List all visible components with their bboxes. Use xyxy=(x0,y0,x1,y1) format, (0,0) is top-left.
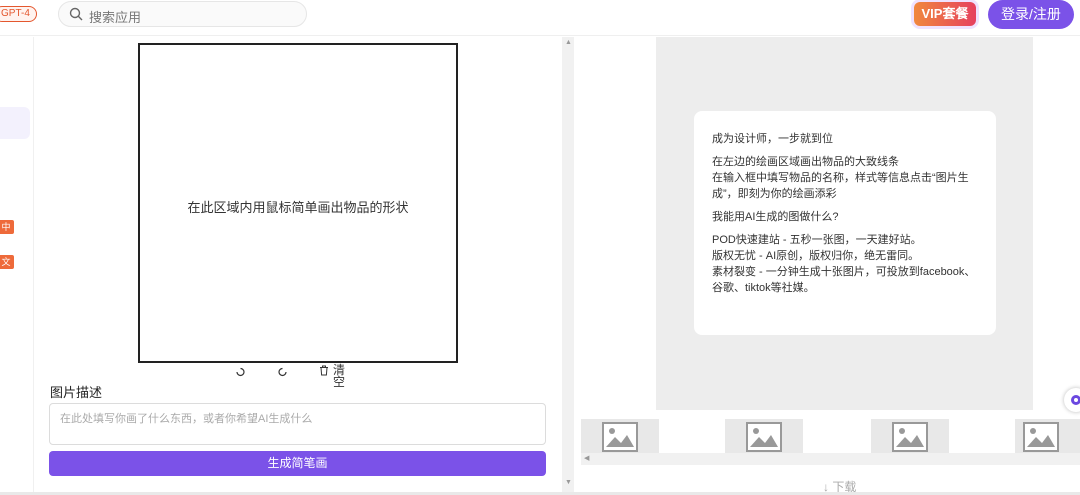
info-line-3: 在输入框中填写物品的名称，样式等信息点击“图片生成”，即刻为你的绘画添彩 xyxy=(712,172,969,200)
image-placeholder-icon xyxy=(602,422,638,452)
thumbnail-1[interactable] xyxy=(581,419,659,455)
info-line-1: 成为设计师，一步就到位 xyxy=(712,133,833,145)
vip-button[interactable]: VIP套餐 xyxy=(914,2,976,26)
left-nav: 中 文中 xyxy=(0,37,34,495)
thumbnail-3[interactable] xyxy=(871,419,949,455)
info-line-4: POD快速建站 - 五秒一张图，一天建好站。 xyxy=(712,234,922,246)
trash-icon[interactable] xyxy=(319,365,329,376)
info-card: 成为设计师，一步就到位 在左边的绘画区域画出物品的大致线条 在输入框中填写物品的… xyxy=(694,111,996,335)
info-heading-2: 我能用AI生成的图做什么? xyxy=(712,211,839,223)
scroll-left-icon[interactable]: ◀ xyxy=(584,454,589,462)
drawing-canvas[interactable]: 在此区域内用鼠标简单画出物品的形状 xyxy=(138,43,458,363)
scroll-up-icon[interactable]: ▲ xyxy=(565,39,572,46)
assistant-icon xyxy=(1071,395,1080,405)
top-bar: GPT-4 搜索应用 VIP套餐 登录/注册 xyxy=(0,0,1080,36)
image-placeholder-icon xyxy=(1023,422,1059,452)
clear-button[interactable]: 清空 xyxy=(333,364,345,388)
canvas-hint: 在此区域内用鼠标简单画出物品的形状 xyxy=(187,200,409,215)
horizontal-scrollbar[interactable]: ◀ xyxy=(581,453,1080,465)
nav-tag-2: 文中 xyxy=(0,255,14,281)
thumbnail-4[interactable] xyxy=(1015,419,1080,455)
info-line-5: 版权无忧 - AI原创，版权归你，绝无雷同。 xyxy=(712,250,920,262)
description-placeholder: 在此处填写你画了什么东西，或者你希望AI生成什么 xyxy=(60,413,313,425)
search-box[interactable]: 搜索应用 xyxy=(58,1,307,27)
app-root: GPT-4 搜索应用 VIP套餐 登录/注册 中 文中 在此区域内用鼠标简单画出… xyxy=(0,0,1080,495)
redo-icon[interactable] xyxy=(277,366,288,377)
image-placeholder-icon xyxy=(892,422,928,452)
search-placeholder: 搜索应用 xyxy=(89,10,142,25)
preview-area: 成为设计师，一步就到位 在左边的绘画区域画出物品的大致线条 在输入框中填写物品的… xyxy=(656,37,1033,410)
description-input[interactable]: 在此处填写你画了什么东西，或者你希望AI生成什么 xyxy=(49,403,546,445)
login-register-button[interactable]: 登录/注册 xyxy=(988,0,1074,29)
scroll-down-icon[interactable]: ▼ xyxy=(565,479,572,486)
nav-tag-1: 中 xyxy=(0,220,14,234)
thumbnail-2[interactable] xyxy=(725,419,803,455)
info-line-2: 在左边的绘画区域画出物品的大致线条 xyxy=(712,156,899,168)
info-line-6: 素材裂变 - 一分钟生成十张图片，可投放到facebook、谷歌、tiktok等… xyxy=(712,266,976,294)
vertical-scrollbar[interactable]: ▲ ▼ xyxy=(562,37,574,492)
gpt4-badge[interactable]: GPT-4 xyxy=(0,6,37,22)
undo-icon[interactable] xyxy=(235,366,246,377)
search-icon xyxy=(69,7,83,21)
generate-button[interactable]: 生成简笔画 xyxy=(49,451,546,476)
image-placeholder-icon xyxy=(746,422,782,452)
drawing-panel: 在此区域内用鼠标简单画出物品的形状 清空 图片描述 在此处填写你画了什么东西，或… xyxy=(35,37,562,492)
result-panel: 成为设计师，一步就到位 在左边的绘画区域画出物品的大致线条 在输入框中填写物品的… xyxy=(575,37,1080,495)
description-label: 图片描述 xyxy=(50,385,103,400)
nav-item-active[interactable] xyxy=(0,107,30,139)
